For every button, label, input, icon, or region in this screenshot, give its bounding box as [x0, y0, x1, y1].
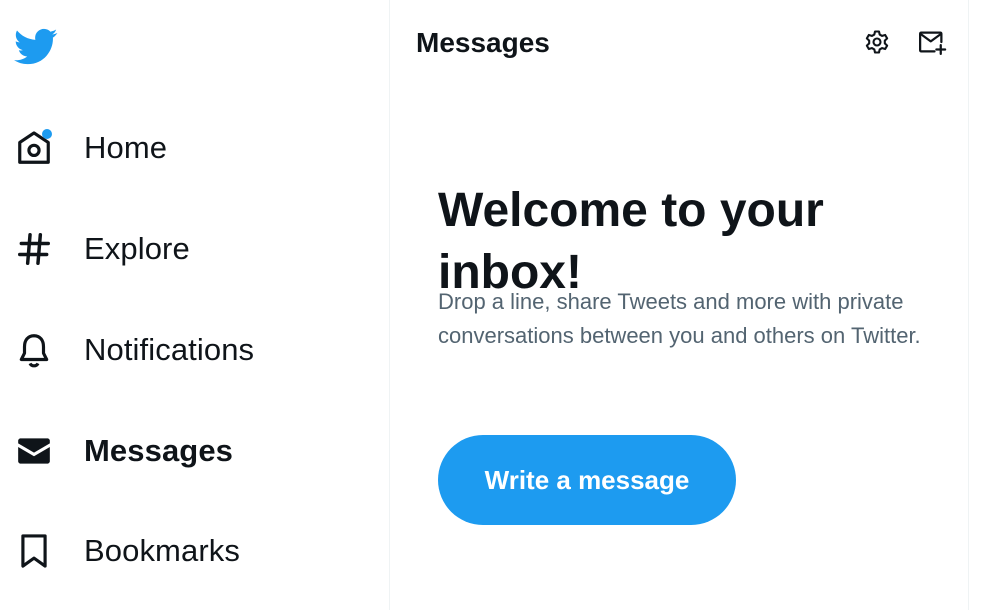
- messages-header: Messages: [390, 0, 968, 90]
- write-message-button[interactable]: Write a message: [438, 435, 736, 525]
- sidebar-item-label: Explore: [84, 231, 190, 266]
- page-title: Messages: [416, 27, 550, 58]
- sidebar-item-explore[interactable]: Explore: [14, 219, 190, 279]
- messages-panel: Messages Welcome to your inbox! Drop a l…: [389, 0, 969, 610]
- sidebar-item-label: Bookmarks: [84, 533, 240, 568]
- envelope-icon: [14, 431, 54, 471]
- sidebar-item-bookmarks[interactable]: Bookmarks: [14, 521, 240, 581]
- hashtag-icon: [14, 229, 54, 269]
- twitter-logo-icon[interactable]: [13, 24, 58, 68]
- bell-icon: [14, 330, 54, 370]
- bookmark-icon: [14, 531, 54, 571]
- new-message-icon: [917, 27, 947, 62]
- welcome-description: Drop a line, share Tweets and more with …: [438, 289, 921, 348]
- sidebar-item-messages[interactable]: Messages: [14, 421, 233, 481]
- gear-icon: [863, 28, 891, 61]
- twitter-app: Home Explore Notifications Messages Book…: [0, 0, 995, 610]
- sidebar-item-label: Notifications: [84, 332, 255, 367]
- sidebar-nav: Home Explore Notifications Messages Book…: [0, 0, 388, 610]
- notification-dot: [42, 129, 52, 139]
- sidebar-item-label: Messages: [84, 433, 234, 468]
- sidebar-item-notifications[interactable]: Notifications: [14, 320, 254, 380]
- sidebar-item-home[interactable]: Home: [14, 118, 167, 178]
- new-message-button[interactable]: [914, 26, 950, 62]
- home-icon: [14, 128, 54, 168]
- settings-button[interactable]: [859, 26, 895, 62]
- sidebar-item-label: Home: [84, 130, 168, 165]
